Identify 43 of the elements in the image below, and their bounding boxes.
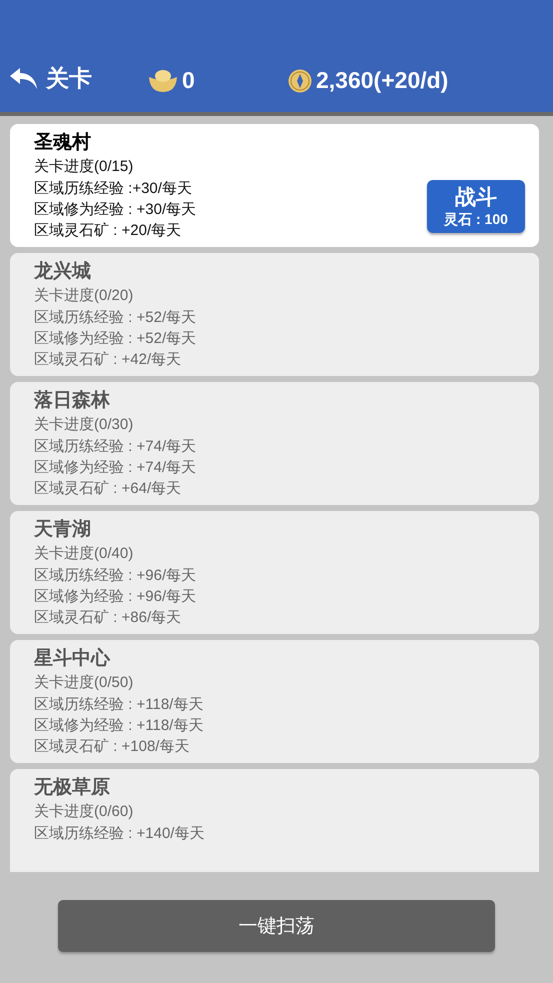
stage-info: 区域灵石矿 : +64/每天 xyxy=(34,479,182,499)
ingot-icon xyxy=(148,68,178,92)
stage-info: 区域修为经验 : +96/每天 xyxy=(34,587,196,607)
stage-info: 关卡进度(0/40) xyxy=(34,544,134,564)
stage-info: 关卡进度(0/15) xyxy=(34,157,134,177)
stage-info: 区域历练经验 : +118/每天 xyxy=(34,695,204,715)
stage-info: 区域历练经验 : +74/每天 xyxy=(34,437,196,457)
stage-info: 区域修为经验 : +74/每天 xyxy=(34,458,196,478)
stage-info: 区域历练经验 : +52/每天 xyxy=(34,308,196,328)
stage-name: 星斗中心 xyxy=(34,646,112,671)
stage-card[interactable]: 无极草原 关卡进度(0/60) 区域历练经验 : +140/每天 xyxy=(10,769,539,872)
stage-info: 关卡进度(0/50) xyxy=(34,673,134,693)
stage-name: 圣魂村 xyxy=(34,131,92,155)
stage-info: 区域灵石矿 : +42/每天 xyxy=(34,350,182,370)
stage-name: 无极草原 xyxy=(34,776,111,800)
stage-info: 区域灵石矿 : +20/每天 xyxy=(34,221,182,241)
stage-info: 区域历练经验 :+30/每天 xyxy=(34,179,192,199)
coin-balance: 2,360(+20/d) xyxy=(316,67,448,94)
page-title: 关卡 xyxy=(46,64,92,93)
stage-name: 落日森林 xyxy=(34,389,111,413)
stage-info: 关卡进度(0/60) xyxy=(34,802,134,822)
stage-info: 区域灵石矿 : +108/每天 xyxy=(34,737,190,757)
stage-info: 区域修为经验 : +30/每天 xyxy=(34,200,196,220)
sweep-button[interactable]: 一键扫荡 xyxy=(58,900,495,952)
stage-info: 区域历练经验 : +96/每天 xyxy=(34,566,196,586)
stage-info: 区域修为经验 : +118/每天 xyxy=(34,716,204,736)
stage-info: 区域灵石矿 : +86/每天 xyxy=(34,608,182,628)
stage-card[interactable]: 落日森林 关卡进度(0/30) 区域历练经验 : +74/每天 区域修为经验 : +74/每天 区域灵石矿 : +64/每天 xyxy=(10,382,539,505)
stage-card[interactable]: 圣魂村 关卡进度(0/15) 区域历练经验 :+30/每天 区域修为经验 : +30/每天 区域灵石矿 : +20/每天 战斗 灵石 : 100 xyxy=(10,124,539,247)
back-button[interactable]: 关卡 xyxy=(10,63,148,94)
stage-info: 关卡进度(0/20) xyxy=(34,286,134,306)
stage-info: 区域历练经验 : +140/每天 xyxy=(34,824,204,844)
stage-name: 龙兴城 xyxy=(34,260,92,284)
battle-button[interactable]: 战斗 灵石 : 100 xyxy=(427,180,525,233)
back-arrow-icon xyxy=(10,68,38,90)
stage-name: 天青湖 xyxy=(34,518,92,542)
stage-info: 区域修为经验 : +52/每天 xyxy=(34,329,196,349)
stage-info: 关卡进度(0/30) xyxy=(34,415,134,435)
coin-icon xyxy=(288,68,312,92)
ingot-count: 0 xyxy=(182,67,195,94)
stage-card[interactable]: 星斗中心 关卡进度(0/50) 区域历练经验 : +118/每天 区域修为经验 : +118/每天 区域灵石矿 : +108/每天 xyxy=(10,640,539,763)
stage-card[interactable]: 龙兴城 关卡进度(0/20) 区域历练经验 : +52/每天 区域修为经验 : +52/每天 区域灵石矿 : +42/每天 xyxy=(10,253,539,376)
stage-card[interactable]: 天青湖 关卡进度(0/40) 区域历练经验 : +96/每天 区域修为经验 : +96/每天 区域灵石矿 : +86/每天 xyxy=(10,511,539,634)
